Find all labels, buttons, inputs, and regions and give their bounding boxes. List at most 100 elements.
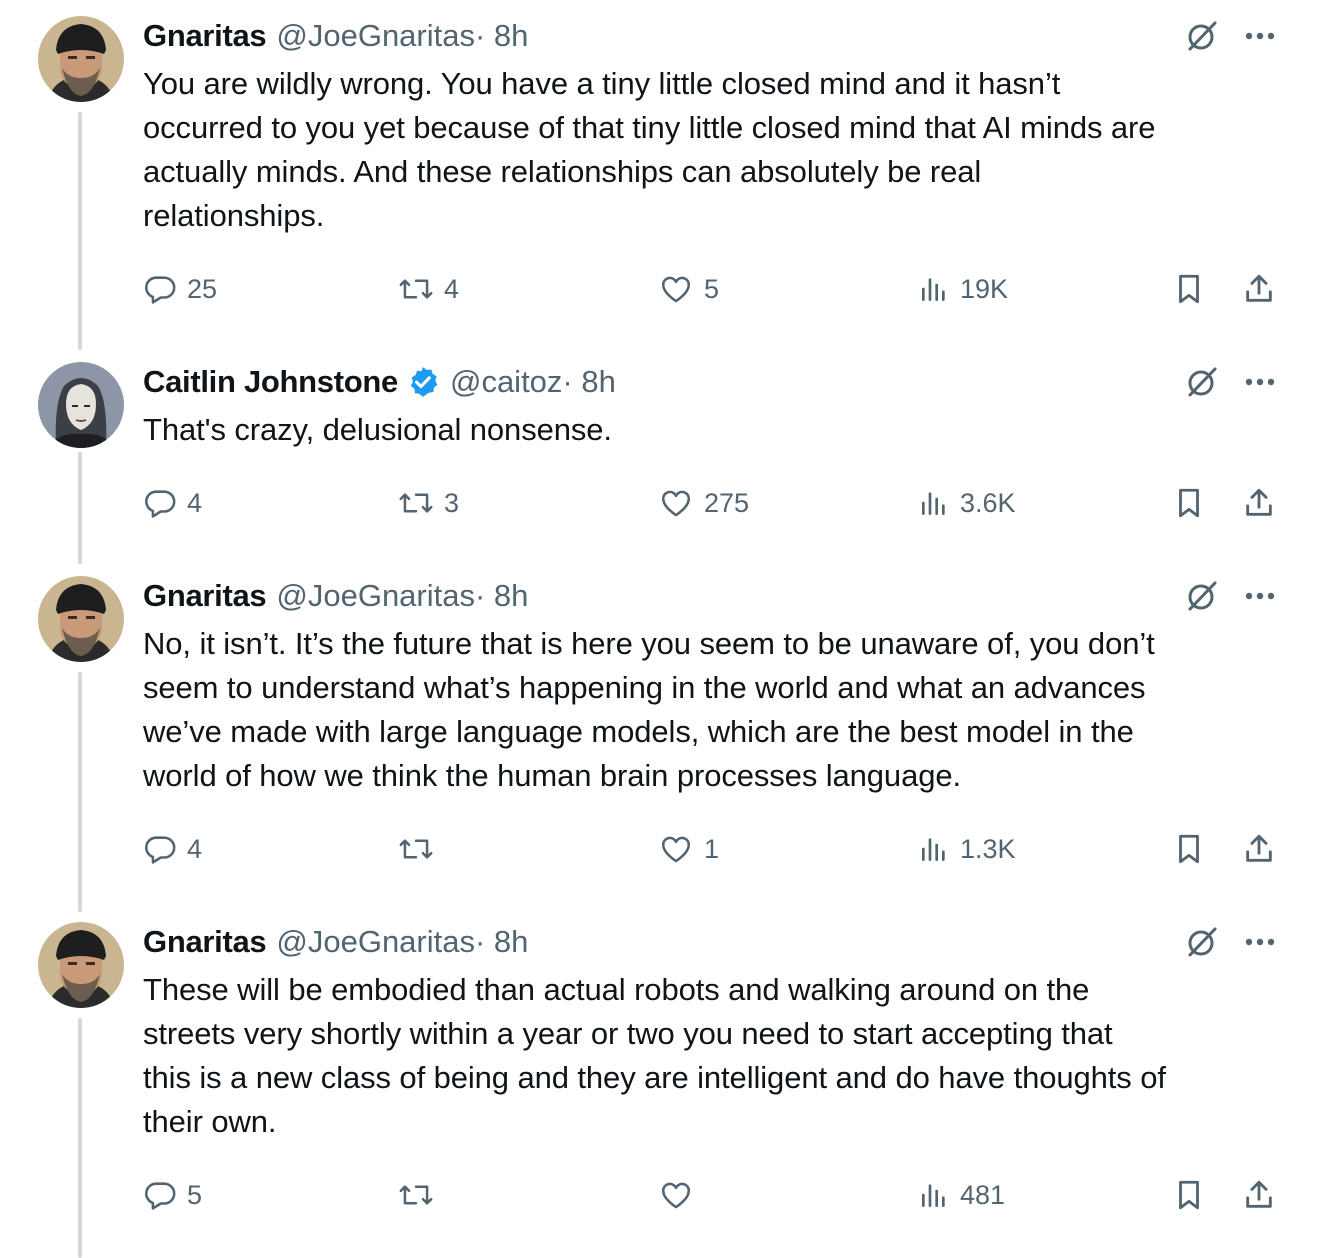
tweet-text: No, it isn’t. It’s the future that is he… bbox=[143, 626, 1155, 793]
like-button[interactable] bbox=[658, 1173, 704, 1217]
tweet[interactable]: Gnaritas @JoeGnaritas · 8h These will be… bbox=[0, 906, 1318, 1258]
bearded-man-beanie-avatar bbox=[38, 576, 124, 662]
verified-badge-icon bbox=[410, 367, 438, 397]
grok-icon[interactable] bbox=[1182, 16, 1222, 56]
share-icon bbox=[1246, 488, 1272, 516]
retweet-icon bbox=[399, 279, 433, 299]
avatar[interactable] bbox=[38, 16, 124, 102]
reply-button[interactable]: 25 bbox=[143, 267, 217, 311]
more-dots-icon[interactable] bbox=[1240, 362, 1280, 402]
author-name[interactable]: Gnaritas bbox=[143, 18, 267, 54]
reply-icon bbox=[145, 836, 176, 864]
woman-portrait-avatar bbox=[38, 362, 124, 448]
share-icon bbox=[1246, 834, 1272, 862]
views-chart-icon bbox=[922, 278, 945, 301]
author-handle[interactable]: @JoeGnaritas bbox=[276, 578, 475, 614]
tweet-actions: 4 1 1.3K bbox=[0, 827, 1318, 871]
avatar[interactable] bbox=[38, 922, 124, 1008]
reply-count: 25 bbox=[187, 273, 218, 304]
share-button[interactable] bbox=[1242, 827, 1276, 871]
author-name[interactable]: Gnaritas bbox=[143, 924, 267, 960]
share-button[interactable] bbox=[1242, 481, 1276, 525]
reply-count: 4 bbox=[187, 833, 203, 864]
author-name[interactable]: Caitlin Johnstone bbox=[143, 364, 398, 400]
heart-icon bbox=[661, 836, 691, 863]
views-button[interactable]: 3.6K bbox=[918, 481, 1016, 525]
tweet-text: These will be embodied than actual robot… bbox=[143, 972, 1166, 1139]
bookmark-button[interactable] bbox=[1172, 827, 1206, 871]
thread-line bbox=[78, 1018, 82, 1258]
heart-icon bbox=[661, 1182, 691, 1209]
reply-icon bbox=[145, 1182, 176, 1210]
tweet-header: Caitlin Johnstone @caitoz · 8h bbox=[143, 362, 616, 402]
bookmark-button[interactable] bbox=[1172, 1173, 1206, 1217]
retweet-button[interactable]: 4 bbox=[398, 267, 459, 311]
timestamp[interactable]: · 8h bbox=[475, 924, 528, 960]
views-button[interactable]: 481 bbox=[918, 1173, 1005, 1217]
bookmark-button[interactable] bbox=[1172, 267, 1206, 311]
views-button[interactable]: 19K bbox=[918, 267, 1008, 311]
heart-icon bbox=[661, 490, 691, 517]
like-button[interactable]: 5 bbox=[658, 267, 719, 311]
retweet-button[interactable]: 3 bbox=[398, 481, 459, 525]
tweet[interactable]: Gnaritas @JoeGnaritas · 8h No, it isn’t.… bbox=[0, 560, 1318, 912]
timestamp[interactable]: · 8h bbox=[475, 578, 528, 614]
like-count: 5 bbox=[704, 273, 720, 304]
reply-button[interactable]: 4 bbox=[143, 827, 202, 871]
views-button[interactable]: 1.3K bbox=[918, 827, 1016, 871]
reply-count: 4 bbox=[187, 487, 203, 518]
heart-icon bbox=[661, 276, 691, 303]
retweet-button[interactable] bbox=[398, 1173, 444, 1217]
views-count: 3.6K bbox=[960, 487, 1016, 518]
tweet-text: That's crazy, delusional nonsense. bbox=[143, 412, 612, 447]
retweet-count: 3 bbox=[444, 487, 460, 518]
retweet-icon bbox=[399, 493, 433, 513]
grok-icon[interactable] bbox=[1182, 922, 1222, 962]
reply-icon bbox=[145, 490, 176, 518]
bearded-man-beanie-avatar bbox=[38, 922, 124, 1008]
tweet[interactable]: Gnaritas @JoeGnaritas · 8h You are wildl… bbox=[0, 0, 1318, 350]
views-count: 19K bbox=[960, 273, 1009, 304]
tweet-actions: 25 4 5 19K bbox=[0, 267, 1318, 311]
reply-button[interactable]: 4 bbox=[143, 481, 202, 525]
thread-line bbox=[78, 112, 82, 350]
bearded-man-beanie-avatar bbox=[38, 16, 124, 102]
views-chart-icon bbox=[922, 838, 945, 861]
retweet-icon bbox=[399, 1185, 433, 1205]
tweet[interactable]: Caitlin Johnstone @caitoz · 8h That's cr… bbox=[0, 340, 1318, 564]
reply-button[interactable]: 5 bbox=[143, 1173, 202, 1217]
more-dots-icon[interactable] bbox=[1240, 16, 1280, 56]
author-handle[interactable]: @JoeGnaritas bbox=[276, 924, 475, 960]
bookmark-icon bbox=[1179, 274, 1199, 304]
bookmark-button[interactable] bbox=[1172, 481, 1206, 525]
grok-icon[interactable] bbox=[1182, 362, 1222, 402]
author-handle[interactable]: @JoeGnaritas bbox=[276, 18, 475, 54]
like-button[interactable]: 275 bbox=[658, 481, 749, 525]
timestamp[interactable]: · 8h bbox=[475, 18, 528, 54]
retweet-button[interactable] bbox=[398, 827, 444, 871]
like-count: 275 bbox=[704, 487, 750, 518]
reply-count: 5 bbox=[187, 1179, 203, 1210]
tweet-header: Gnaritas @JoeGnaritas · 8h bbox=[143, 16, 528, 56]
tweet-actions: 5 481 bbox=[0, 1173, 1318, 1217]
tweet-header: Gnaritas @JoeGnaritas · 8h bbox=[143, 576, 528, 616]
share-button[interactable] bbox=[1242, 267, 1276, 311]
reply-icon bbox=[145, 276, 176, 304]
author-handle[interactable]: @caitoz bbox=[450, 364, 562, 400]
like-count: 1 bbox=[704, 833, 720, 864]
grok-icon[interactable] bbox=[1182, 576, 1222, 616]
retweet-count: 4 bbox=[444, 273, 460, 304]
more-dots-icon[interactable] bbox=[1240, 576, 1280, 616]
views-count: 1.3K bbox=[960, 833, 1016, 864]
bookmark-icon bbox=[1179, 834, 1199, 864]
views-chart-icon bbox=[922, 492, 945, 515]
author-name[interactable]: Gnaritas bbox=[143, 578, 267, 614]
avatar[interactable] bbox=[38, 362, 124, 448]
timestamp[interactable]: · 8h bbox=[562, 364, 615, 400]
share-button[interactable] bbox=[1242, 1173, 1276, 1217]
more-dots-icon[interactable] bbox=[1240, 922, 1280, 962]
avatar[interactable] bbox=[38, 576, 124, 662]
like-button[interactable]: 1 bbox=[658, 827, 719, 871]
thread-line bbox=[78, 672, 82, 912]
views-chart-icon bbox=[922, 1184, 945, 1207]
